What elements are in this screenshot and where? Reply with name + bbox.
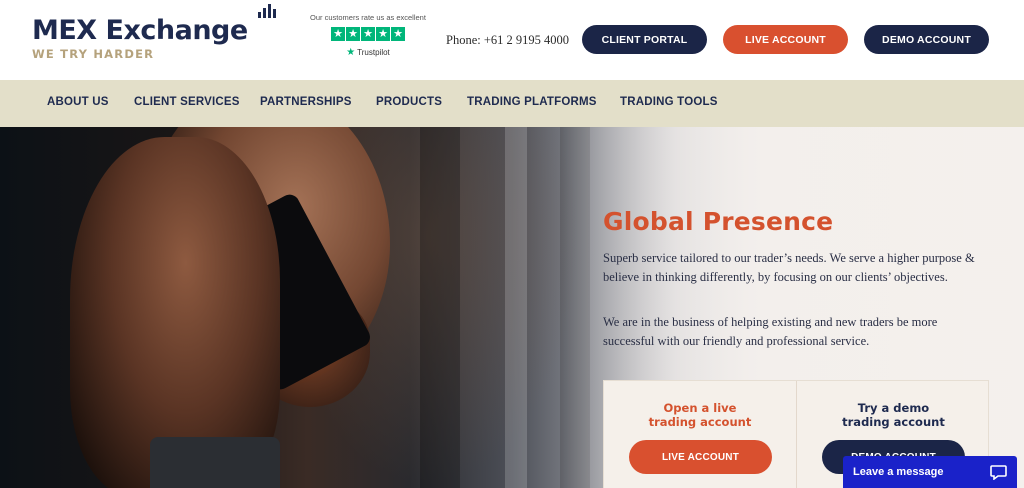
hero-paragraph: Superb service tailored to our trader’s … [603,251,975,284]
nav-item-about-us[interactable]: ABOUT US [47,96,109,108]
hero-title: Global Presence [603,207,834,236]
demo-card-title: Try a demo trading account [842,401,945,429]
card-live-account-button[interactable]: LIVE ACCOUNT [629,440,772,474]
trustpilot-widget[interactable]: Our customers rate us as excellent ★ ★ ★… [306,13,430,58]
live-account-button[interactable]: LIVE ACCOUNT [723,25,848,54]
chat-label: Leave a message [853,466,944,478]
rating-text: Our customers rate us as excellent [310,13,426,22]
star-icon: ★ [376,27,390,41]
chat-widget[interactable]: Leave a message [843,456,1017,488]
phone-number[interactable]: Phone: +61 2 9195 4000 [446,33,569,48]
nav-item-trading-platforms[interactable]: TRADING PLATFORMS [467,96,597,108]
hero-paragraph: We are in the business of helping existi… [603,315,938,348]
logo-name: MEX Exchange [32,15,248,46]
demo-account-button[interactable]: DEMO ACCOUNT [864,25,989,54]
hero-section: Global Presence Superb service tailored … [0,127,1024,488]
main-nav: ABOUT US CLIENT SERVICES PARTNERSHIPS PR… [0,80,1024,127]
nav-item-products[interactable]: PRODUCTS [376,96,442,108]
star-icon: ★ [391,27,405,41]
live-account-card: Open a live trading account LIVE ACCOUNT [604,381,797,488]
logo-tagline: WE TRY HARDER [32,47,155,61]
rating-stars: ★ ★ ★ ★ ★ [306,27,430,41]
star-icon: ★ [331,27,345,41]
nav-item-client-services[interactable]: CLIENT SERVICES [134,96,240,108]
trustpilot-star-icon: ★ [346,47,356,58]
trustpilot-logo: ★ Trustpilot [306,47,430,58]
client-portal-button[interactable]: CLIENT PORTAL [582,25,707,54]
trustpilot-label: Trustpilot [357,48,390,57]
nav-item-partnerships[interactable]: PARTNERSHIPS [260,96,352,108]
chat-bubble-icon [990,464,1007,480]
live-card-title: Open a live trading account [648,401,752,429]
site-header: MEX Exchange WE TRY HARDER Our customers… [0,0,1024,80]
site-logo[interactable]: MEX Exchange WE TRY HARDER [32,4,276,61]
nav-item-trading-tools[interactable]: TRADING TOOLS [620,96,718,108]
star-icon: ★ [346,27,360,41]
hero-photo-hand [70,137,280,488]
star-icon: ★ [361,27,375,41]
